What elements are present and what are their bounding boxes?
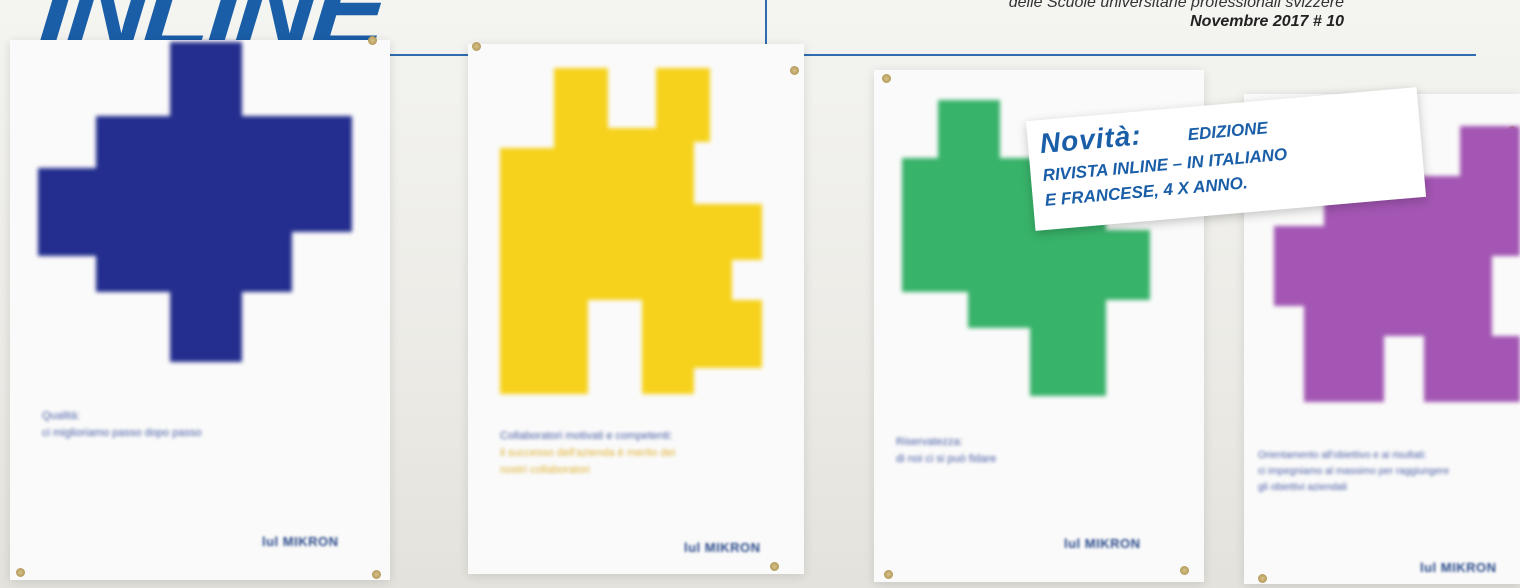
puzzle-piece-blue	[38, 42, 352, 362]
caption-text: di noi ci si può fidare	[896, 453, 997, 465]
caption-title: Qualità:	[42, 410, 80, 422]
poster-caption: Qualità: ci miglioriamo passo dopo passo	[42, 408, 202, 442]
caption-title: Riservatezza:	[896, 436, 963, 448]
screw-icon	[1180, 566, 1189, 575]
caption-text: il successo dell'azienda è merito dei	[500, 447, 676, 459]
caption-text: gli obiettivi aziendali	[1258, 482, 1347, 493]
header-subtitle: delle Scuole universitarie professionali…	[1008, 0, 1344, 11]
puzzle-piece-yellow	[500, 68, 762, 394]
caption-text: ci miglioriamo passo dopo passo	[42, 427, 202, 439]
poster-caption: Riservatezza: di noi ci si può fidare	[896, 434, 996, 468]
promo-line: EDIZIONE	[1186, 118, 1269, 145]
screw-icon	[790, 66, 799, 75]
poster-brand: lul MIKRON	[1420, 560, 1497, 575]
puzzle-shape	[38, 42, 352, 362]
poster-employees: Collaboratori motivati e competenti: il …	[468, 42, 804, 574]
screw-icon	[884, 570, 893, 579]
poster-brand: lul MIKRON	[262, 534, 339, 549]
screw-icon	[882, 74, 891, 83]
screw-icon	[770, 562, 779, 571]
issue-label: Novembre 2017 # 10	[1190, 13, 1344, 30]
screw-icon	[372, 570, 381, 579]
poster-quality: Qualità: ci miglioriamo passo dopo passo…	[10, 36, 390, 580]
poster-caption: Orientamento all'obiettivo e ai risultat…	[1258, 448, 1449, 496]
screw-icon	[16, 568, 25, 577]
caption-text: nostri collaboratori	[500, 464, 590, 476]
screw-icon	[472, 42, 481, 51]
poster-brand: lul MIKRON	[1064, 536, 1141, 551]
poster-brand: lul MIKRON	[684, 540, 761, 555]
caption-text: ci impegniamo al massimo per raggiungere	[1258, 466, 1450, 477]
caption-title: Orientamento all'obiettivo e ai risultat…	[1258, 450, 1427, 461]
poster-caption: Collaboratori motivati e competenti: il …	[500, 428, 675, 479]
screw-icon	[1258, 574, 1267, 583]
screw-icon	[368, 36, 377, 45]
promo-heading: Novità:	[1038, 119, 1143, 160]
caption-title: Collaboratori motivati e competenti:	[500, 430, 673, 442]
puzzle-shape	[500, 68, 762, 394]
